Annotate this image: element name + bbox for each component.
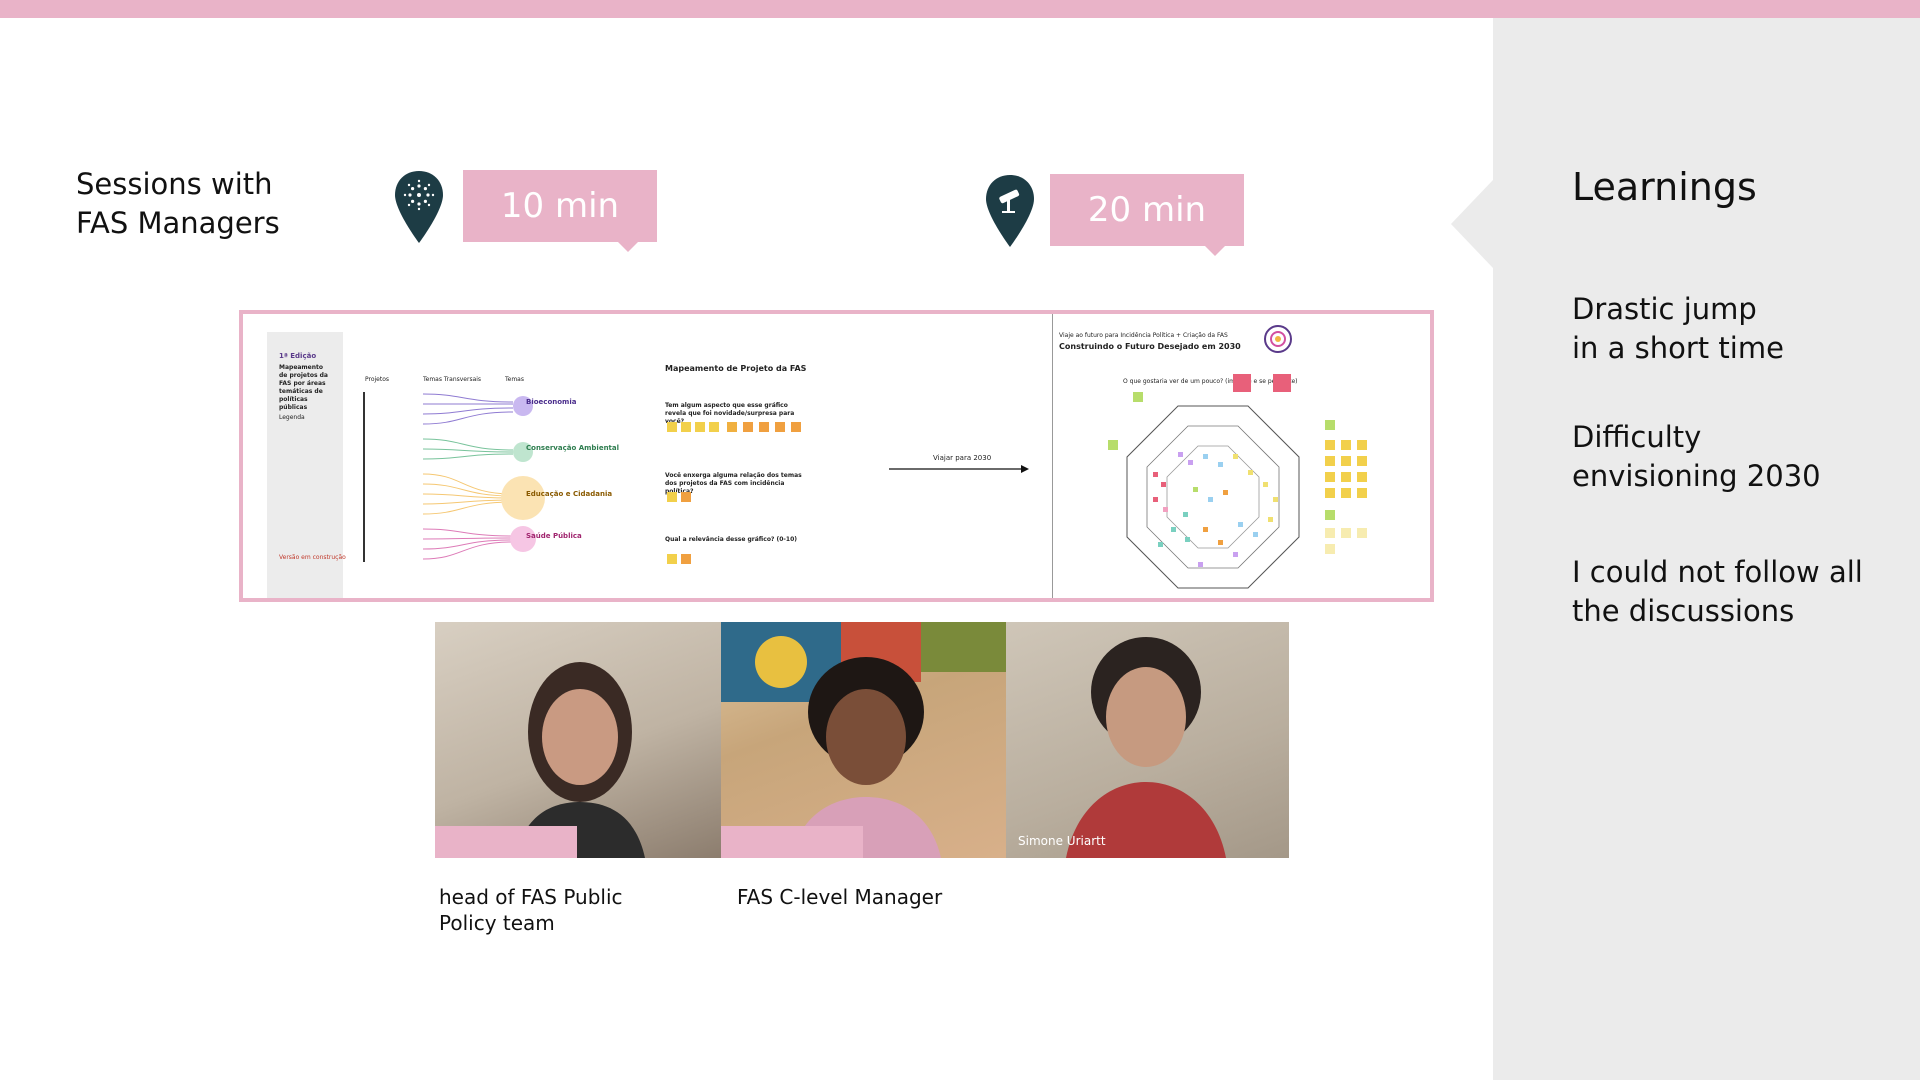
video-participant-name: Simone Uriartt bbox=[1018, 834, 1106, 848]
theme-saude: Saúde Pública bbox=[526, 532, 582, 540]
version-footer: Versão em construção bbox=[279, 554, 346, 561]
panel-divider bbox=[1052, 314, 1053, 598]
participant-2-silhouette bbox=[791, 657, 941, 858]
learning-item-3: I could not follow all the discussions bbox=[1572, 555, 1863, 628]
video-tile-3: Simone Uriartt bbox=[1006, 622, 1289, 858]
telescope-icon bbox=[986, 175, 1034, 247]
col-transversal: Temas Transversais bbox=[423, 376, 482, 383]
future-pretitle: Viaje ao futuro para Incidência Política… bbox=[1059, 332, 1228, 339]
slide-heading: Sessions with FAS Managers bbox=[76, 167, 280, 240]
octagon-vision-diagram bbox=[1126, 405, 1300, 589]
learning-item-2: Difficulty envisioning 2030 bbox=[1572, 420, 1821, 493]
learnings-title: Learnings bbox=[1572, 165, 1757, 209]
logo-seal-icon bbox=[1264, 325, 1292, 353]
name-bar-2 bbox=[721, 826, 863, 858]
caption-c-level: FAS C-level Manager bbox=[737, 885, 943, 909]
sun-dots-icon bbox=[395, 171, 443, 243]
col-themes: Temas bbox=[505, 376, 524, 383]
sankey-diagram bbox=[363, 392, 545, 562]
learning-item-1: Drastic jump in a short time bbox=[1572, 292, 1784, 365]
future-title: Construindo o Futuro Desejado em 2030 bbox=[1059, 342, 1241, 351]
time-badge-10min: 10 min bbox=[463, 170, 657, 252]
time-badge-20min: 20 min bbox=[1050, 174, 1244, 256]
arrow-right-icon bbox=[889, 465, 1029, 473]
callout-pointer bbox=[1451, 180, 1493, 268]
video-tile-2 bbox=[721, 622, 1006, 858]
theme-educacao: Educação e Cidadania bbox=[526, 490, 613, 498]
mapping-panel-title: Mapeamento de Projeto da FAS bbox=[665, 364, 807, 373]
participant-3-silhouette bbox=[1066, 637, 1226, 858]
top-accent-bar bbox=[0, 0, 1920, 18]
col-projects: Projetos bbox=[365, 376, 390, 383]
travel-label: Viajar para 2030 bbox=[933, 454, 992, 462]
workshop-board-screenshot: 1ª Edição Mapeamento de projetos da FAS … bbox=[239, 310, 1434, 602]
question-3: Qual a relevância desse gráfico? (0-10) bbox=[665, 536, 798, 543]
future-subtitle: O que gostaria ver de um pouco? (imagine… bbox=[1123, 378, 1298, 385]
edition-label: 1ª Edição bbox=[279, 352, 317, 360]
video-tile-1 bbox=[435, 622, 721, 858]
legend-label: Legenda bbox=[279, 414, 305, 421]
participant-1-silhouette bbox=[515, 662, 645, 858]
theme-bioeconomia: Bioeconomia bbox=[526, 398, 577, 406]
theme-conservacao: Conservação Ambiental bbox=[526, 444, 620, 452]
caption-policy-team: head of FAS Public Policy team bbox=[439, 885, 623, 935]
mapping-title: Mapeamento de projetos da FAS por áreas … bbox=[279, 364, 328, 411]
name-bar-1 bbox=[435, 826, 577, 858]
